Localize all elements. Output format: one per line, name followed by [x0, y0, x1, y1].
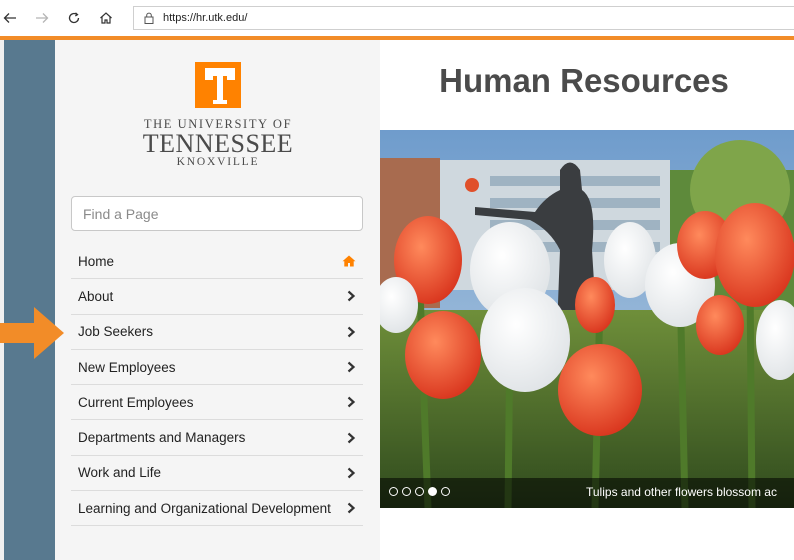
sidebar-item-home[interactable]: Home	[71, 244, 363, 280]
forward-arrow-icon[interactable]	[32, 8, 52, 28]
home-icon	[342, 255, 356, 267]
hero-image	[380, 130, 794, 508]
sidebar-item-label: Departments and Managers	[78, 430, 246, 446]
browser-toolbar: https://hr.utk.edu/	[0, 0, 794, 37]
sidebar-item-label: Learning and Organizational Development	[78, 500, 331, 516]
pointer-arrow-icon	[0, 307, 64, 359]
chevron-right-icon	[346, 326, 356, 338]
ut-logo-icon[interactable]	[195, 62, 241, 108]
university-wordmark[interactable]: THE UNIVERSITY OF TENNESSEE KNOXVILLE	[110, 118, 326, 169]
chevron-right-icon	[346, 467, 356, 479]
carousel-dot-2[interactable]	[402, 487, 411, 496]
sidebar-item-current-employees[interactable]: Current Employees	[71, 385, 363, 421]
side-strip	[4, 40, 55, 560]
sidebar-item-label: Work and Life	[78, 465, 162, 481]
wordmark-line2: TENNESSEE	[142, 129, 294, 158]
sidebar-menu: Home About Job Seekers New Employees Cur…	[71, 244, 363, 527]
carousel-caption: Tulips and other flowers blossom ac	[586, 485, 777, 499]
carousel-caption-bar: Tulips and other flowers blossom ac	[380, 478, 794, 508]
sidebar-item-work-and-life[interactable]: Work and Life	[71, 456, 363, 492]
chevron-right-icon	[346, 432, 356, 444]
refresh-icon[interactable]	[64, 8, 84, 28]
url-text: https://hr.utk.edu/	[163, 12, 248, 24]
sidebar-item-about[interactable]: About	[71, 279, 363, 315]
chevron-right-icon	[346, 361, 356, 373]
page-title: Human Resources	[439, 62, 729, 99]
chevron-right-icon	[346, 290, 356, 302]
address-bar[interactable]: https://hr.utk.edu/	[133, 6, 794, 30]
carousel-dots	[389, 487, 450, 496]
chevron-right-icon	[346, 396, 356, 408]
chevron-right-icon	[346, 502, 356, 514]
sidebar-item-job-seekers[interactable]: Job Seekers	[71, 315, 363, 350]
carousel-dot-3[interactable]	[415, 487, 424, 496]
sidebar-item-learning-and-organizational-development[interactable]: Learning and Organizational Development	[71, 491, 363, 527]
sidebar-item-label: Home	[78, 253, 115, 269]
sidebar-item-label: About	[78, 288, 114, 304]
search-input[interactable]	[71, 196, 363, 231]
sidebar-item-label: New Employees	[78, 359, 176, 375]
carousel-dot-4[interactable]	[428, 487, 437, 496]
sidebar-item-departments-and-managers[interactable]: Departments and Managers	[71, 420, 363, 456]
sidebar-item-new-employees[interactable]: New Employees	[71, 350, 363, 386]
carousel-dot-5[interactable]	[441, 487, 450, 496]
sidebar-item-label: Current Employees	[78, 394, 194, 410]
lock-icon	[144, 12, 154, 24]
carousel-dot-1[interactable]	[389, 487, 398, 496]
home-icon[interactable]	[96, 8, 116, 28]
sidebar-item-label: Job Seekers	[78, 324, 154, 340]
back-arrow-icon[interactable]	[0, 8, 20, 28]
hero-carousel[interactable]: Tulips and other flowers blossom ac	[380, 130, 794, 508]
